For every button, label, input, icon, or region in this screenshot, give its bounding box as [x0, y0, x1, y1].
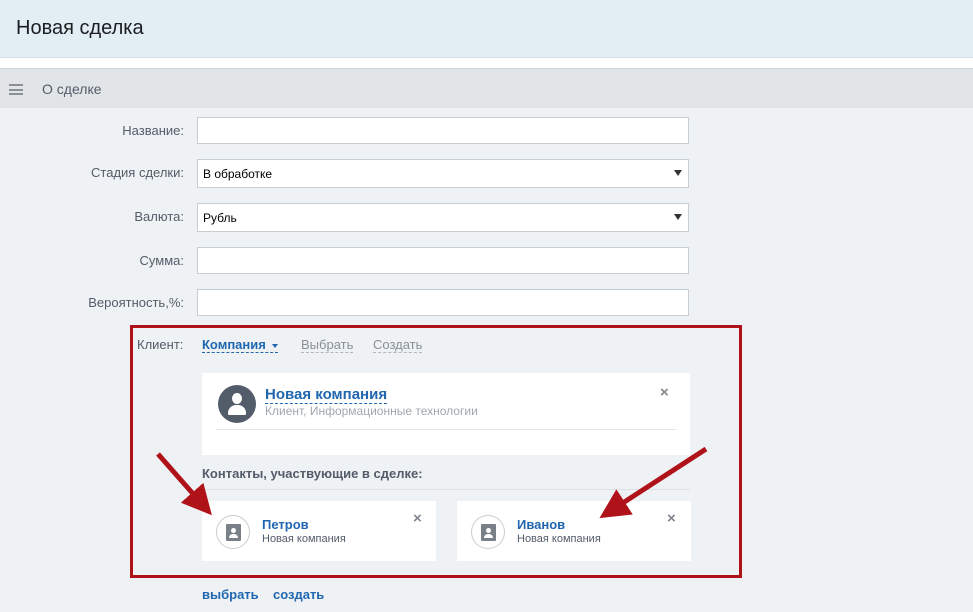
section-header: О сделке [0, 68, 973, 108]
dropdown-arrow-icon [674, 170, 682, 176]
address-book-icon [471, 515, 505, 549]
company-subtitle: Клиент, Информационные технологии [265, 404, 478, 418]
section-title: О сделке [42, 81, 102, 97]
stage-label: Стадия сделки: [91, 165, 184, 180]
currency-select-value: Рубль [203, 211, 237, 225]
page-header: Новая сделка [0, 0, 973, 58]
menu-icon[interactable] [9, 84, 23, 95]
contact-card: Петров Новая компания × [202, 501, 436, 561]
contacts-title: Контакты, участвующие в сделке: [202, 466, 423, 481]
probability-input[interactable] [197, 289, 689, 316]
company-name-link[interactable]: Новая компания [265, 386, 388, 404]
client-label: Клиент: [137, 337, 184, 352]
contact-company: Новая компания [262, 533, 346, 545]
create-contact-link[interactable]: создать [273, 587, 324, 602]
close-icon[interactable]: × [413, 510, 422, 527]
contact-name-link[interactable]: Петров [262, 517, 309, 532]
page-title: Новая сделка [16, 17, 144, 39]
stage-select-value: В обработке [203, 167, 273, 181]
currency-select[interactable]: Рубль [197, 203, 689, 232]
user-silhouette-icon [218, 385, 256, 423]
stage-select[interactable]: В обработке [197, 159, 689, 188]
sum-input[interactable] [197, 247, 689, 274]
chevron-down-icon [271, 343, 278, 348]
divider [202, 489, 690, 490]
header-gap [0, 58, 973, 68]
client-create-button[interactable]: Создать [373, 337, 423, 353]
pick-contact-link[interactable]: выбрать [202, 587, 259, 602]
probability-label: Вероятность,%: [88, 295, 184, 310]
contact-name-link[interactable]: Иванов [517, 517, 565, 532]
client-mode-company-button[interactable]: Компания [202, 337, 278, 353]
client-mode-company-label: Компания [202, 337, 266, 352]
sum-label: Сумма: [139, 253, 184, 268]
currency-label: Валюта: [134, 209, 184, 224]
address-book-icon [216, 515, 250, 549]
company-card: Новая компания Клиент, Информационные те… [202, 373, 690, 455]
name-label: Название: [122, 123, 184, 138]
contact-card: Иванов Новая компания × [457, 501, 691, 561]
close-icon[interactable]: × [667, 510, 676, 527]
client-pick-button[interactable]: Выбрать [301, 337, 354, 353]
close-icon[interactable]: × [660, 384, 669, 401]
name-input[interactable] [197, 117, 689, 144]
dropdown-arrow-icon [674, 214, 682, 220]
contact-company: Новая компания [517, 533, 601, 545]
divider [216, 429, 676, 430]
